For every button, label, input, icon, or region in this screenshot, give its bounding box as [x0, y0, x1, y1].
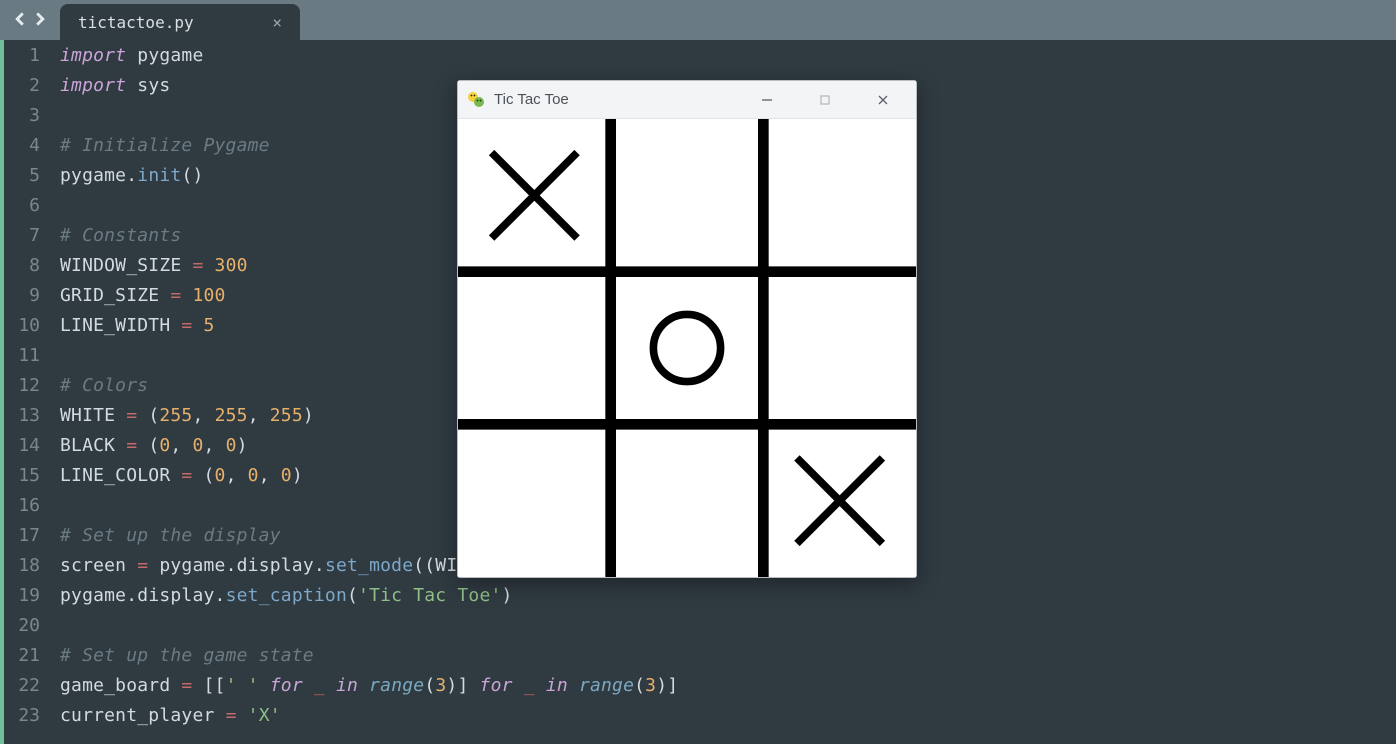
- line-number: 15: [4, 465, 60, 486]
- line-number: 12: [4, 375, 60, 396]
- line-number: 11: [4, 345, 60, 366]
- code-line[interactable]: 21# Set up the game state: [4, 640, 1396, 670]
- line-number: 16: [4, 495, 60, 516]
- line-number: 23: [4, 705, 60, 726]
- pygame-window-title: Tic Tac Toe: [494, 91, 738, 108]
- pygame-app-icon: [466, 90, 486, 110]
- code-line[interactable]: 19pygame.display.set_caption('Tic Tac To…: [4, 580, 1396, 610]
- line-number: 14: [4, 435, 60, 456]
- tab-nav-right-icon[interactable]: [33, 10, 47, 31]
- line-source[interactable]: WINDOW_SIZE = 300: [60, 255, 248, 276]
- line-number: 1: [4, 45, 60, 66]
- line-number: 17: [4, 525, 60, 546]
- tab-close-icon[interactable]: ×: [268, 11, 286, 34]
- line-source[interactable]: current_player = 'X': [60, 705, 281, 726]
- line-source[interactable]: pygame.display.set_caption('Tic Tac Toe'…: [60, 585, 513, 606]
- line-source[interactable]: game_board = [[' ' for _ in range(3)] fo…: [60, 675, 678, 696]
- line-number: 8: [4, 255, 60, 276]
- tab-strip: tictactoe.py ×: [0, 0, 1396, 40]
- tab-file[interactable]: tictactoe.py ×: [60, 4, 300, 40]
- line-source[interactable]: # Initialize Pygame: [60, 135, 270, 156]
- pygame-window[interactable]: Tic Tac Toe: [457, 80, 917, 578]
- line-number: 21: [4, 645, 60, 666]
- tab-nav-left-icon[interactable]: [13, 10, 27, 31]
- tab-title: tictactoe.py: [78, 13, 268, 32]
- line-source[interactable]: # Colors: [60, 375, 148, 396]
- line-source[interactable]: # Constants: [60, 225, 181, 246]
- tab-nav-arrows: [0, 0, 60, 40]
- line-number: 18: [4, 555, 60, 576]
- code-line[interactable]: 20: [4, 610, 1396, 640]
- line-source[interactable]: # Set up the game state: [60, 645, 314, 666]
- line-number: 5: [4, 165, 60, 186]
- line-number: 4: [4, 135, 60, 156]
- line-number: 20: [4, 615, 60, 636]
- line-source[interactable]: pygame.init(): [60, 165, 204, 186]
- line-source[interactable]: import sys: [60, 75, 170, 96]
- line-number: 10: [4, 315, 60, 336]
- line-number: 9: [4, 285, 60, 306]
- window-maximize-button[interactable]: [796, 81, 854, 119]
- line-number: 7: [4, 225, 60, 246]
- line-source[interactable]: GRID_SIZE = 100: [60, 285, 226, 306]
- code-line[interactable]: 23current_player = 'X': [4, 700, 1396, 730]
- line-number: 6: [4, 195, 60, 216]
- line-source[interactable]: import pygame: [60, 45, 204, 66]
- line-source[interactable]: LINE_COLOR = (0, 0, 0): [60, 465, 303, 486]
- pygame-canvas[interactable]: [458, 119, 916, 577]
- line-number: 3: [4, 105, 60, 126]
- window-minimize-button[interactable]: [738, 81, 796, 119]
- line-number: 2: [4, 75, 60, 96]
- line-number: 13: [4, 405, 60, 426]
- code-line[interactable]: 1import pygame: [4, 40, 1396, 70]
- line-number: 22: [4, 675, 60, 696]
- window-close-button[interactable]: [854, 81, 912, 119]
- line-source[interactable]: WHITE = (255, 255, 255): [60, 405, 314, 426]
- code-line[interactable]: 22game_board = [[' ' for _ in range(3)] …: [4, 670, 1396, 700]
- pygame-titlebar[interactable]: Tic Tac Toe: [458, 81, 916, 119]
- line-number: 19: [4, 585, 60, 606]
- line-source[interactable]: # Set up the display: [60, 525, 281, 546]
- line-source[interactable]: LINE_WIDTH = 5: [60, 315, 215, 336]
- line-source[interactable]: BLACK = (0, 0, 0): [60, 435, 248, 456]
